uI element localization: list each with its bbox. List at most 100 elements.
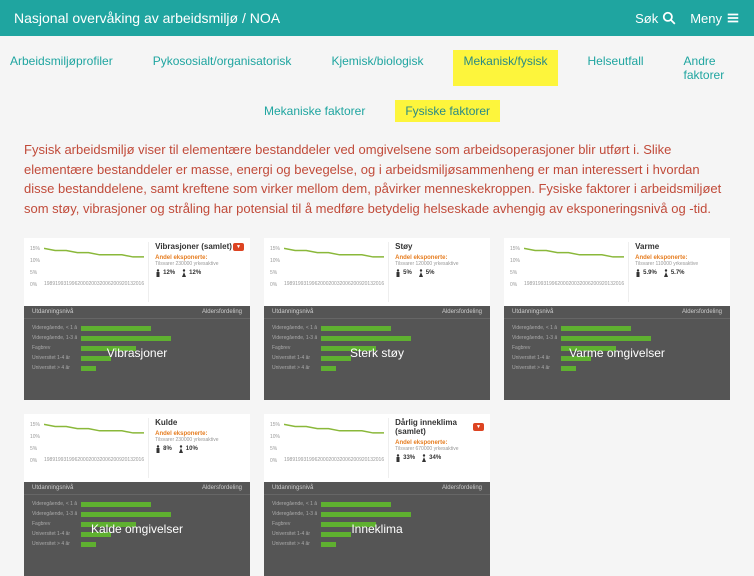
- search-button[interactable]: Søk: [635, 11, 676, 26]
- intro-text: Fysisk arbeidsmiljø viser til elementære…: [0, 140, 754, 238]
- nav-tab-chemical[interactable]: Kjemisk/biologisk: [321, 50, 433, 86]
- chart-title: Støy: [395, 242, 484, 251]
- card-chart-area: 15%10%5%0% 19891993199620002003200620092…: [504, 238, 730, 306]
- sub-chart-2-title: Aldersfordeling: [202, 309, 242, 315]
- female-stat: 10%: [178, 445, 198, 453]
- trend-chart: 15%10%5%0% 19891993199620002003200620092…: [270, 418, 389, 478]
- chart-info: Varme Andel eksponerte: Tilsvarer 110000…: [629, 242, 724, 302]
- chart-info: Dårlig inneklima (samlet)▼ Andel ekspone…: [389, 418, 484, 478]
- card-label: Varme omgivelser: [569, 346, 665, 360]
- bar-label: Universitet > 4 år: [32, 541, 77, 547]
- sub-chart-1-title: Utdanningsnivå: [32, 309, 202, 315]
- female-stat: 12%: [181, 269, 201, 277]
- nav-tab-other[interactable]: Andre faktorer: [674, 50, 754, 86]
- bar: [81, 326, 151, 331]
- exposed-subtitle: Tilsvarer 230000 yrkesaktive: [155, 437, 244, 443]
- bar-label: Universitet 1-4 år: [32, 531, 77, 537]
- person-male-icon: [395, 454, 401, 462]
- card-detail-area: UtdanningsnivåAldersfordeling Vibrasjone…: [24, 306, 250, 400]
- card-chart-area: 15%10%5%0% 19891993199620002003200620092…: [264, 238, 490, 306]
- bar: [561, 336, 651, 341]
- card-noise[interactable]: 15%10%5%0% 19891993199620002003200620092…: [264, 238, 490, 400]
- male-stat: 8%: [155, 445, 172, 453]
- card-label: Sterk støy: [350, 346, 404, 360]
- trend-line: [44, 242, 144, 274]
- bar-label: Fagbrev: [272, 521, 317, 527]
- sub-chart-1-title: Utdanningsnivå: [272, 309, 442, 315]
- person-female-icon: [663, 269, 669, 277]
- card-vibration[interactable]: 15%10%5%0% 19891993199620002003200620092…: [24, 238, 250, 400]
- sub-chart-2-title: Aldersfordeling: [682, 309, 722, 315]
- chart-title: Vibrasjoner (samlet)▼: [155, 242, 244, 251]
- person-male-icon: [395, 269, 401, 277]
- bar-label: Videregående, < 1 år: [272, 325, 317, 331]
- sub-chart-2-title: Aldersfordeling: [202, 485, 242, 491]
- chart-info: Vibrasjoner (samlet)▼ Andel eksponerte: …: [149, 242, 244, 302]
- person-male-icon: [155, 445, 161, 453]
- trend-chart: 15%10%5%0% 19891993199620002003200620092…: [30, 242, 149, 302]
- card-chart-area: 15%10%5%0% 19891993199620002003200620092…: [264, 414, 490, 482]
- bar: [321, 512, 411, 517]
- bar-label: Fagbrev: [32, 521, 77, 527]
- person-female-icon: [421, 454, 427, 462]
- card-label: Inneklima: [351, 522, 402, 536]
- nav-tab-mechanical[interactable]: Mekanisk/fysisk: [453, 50, 557, 86]
- female-stat: 5%: [418, 269, 435, 277]
- bar: [321, 366, 336, 371]
- female-stat: 5.7%: [663, 269, 685, 277]
- bar-label: Universitet > 4 år: [272, 541, 317, 547]
- search-icon: [662, 11, 676, 25]
- x-axis-ticks: 198919931996200020032006200920132016: [44, 457, 144, 463]
- exposed-subtitle: Tilsvarer 110000 yrkesaktive: [635, 261, 724, 267]
- chart-title: Dårlig inneklima (samlet)▼: [395, 418, 484, 436]
- person-female-icon: [181, 269, 187, 277]
- bar-label: Videregående, 1-3 år: [512, 335, 557, 341]
- bar: [81, 512, 171, 517]
- menu-button[interactable]: Meny: [690, 11, 740, 26]
- exposed-subtitle: Tilsvarer 670000 yrkesaktive: [395, 446, 484, 452]
- sub-tab-mechanical[interactable]: Mekaniske faktorer: [254, 100, 375, 122]
- card-detail-area: UtdanningsnivåAldersfordeling Inneklima …: [264, 482, 490, 576]
- bar-label: Videregående, < 1 år: [272, 501, 317, 507]
- app-header: Nasjonal overvåking av arbeidsmiljø / NO…: [0, 0, 754, 36]
- bar-label: Videregående, < 1 år: [32, 325, 77, 331]
- bar: [321, 336, 411, 341]
- sub-tab-physical[interactable]: Fysiske faktorer: [395, 100, 500, 122]
- bar-label: Videregående, < 1 år: [32, 501, 77, 507]
- male-stat: 5.9%: [635, 269, 657, 277]
- hamburger-icon: [726, 11, 740, 25]
- x-axis-ticks: 198919931996200020032006200920132016: [524, 281, 624, 287]
- bar-label: Videregående, 1-3 år: [32, 511, 77, 517]
- bar: [81, 502, 151, 507]
- nav-tab-profiles[interactable]: Arbeidsmiljøprofiler: [0, 50, 123, 86]
- bar: [321, 502, 391, 507]
- nav-tab-psychosocial[interactable]: Pykososialt/organisatorisk: [143, 50, 302, 86]
- bar-label: Universitet > 4 år: [512, 365, 557, 371]
- card-detail-area: UtdanningsnivåAldersfordeling Varme omgi…: [504, 306, 730, 400]
- person-male-icon: [635, 269, 641, 277]
- bar: [561, 366, 576, 371]
- trend-chart: 15%10%5%0% 19891993199620002003200620092…: [510, 242, 629, 302]
- change-badge: ▼: [473, 423, 484, 431]
- trend-chart: 15%10%5%0% 19891993199620002003200620092…: [30, 418, 149, 478]
- chart-info: Støy Andel eksponerte: Tilsvarer 120000 …: [389, 242, 484, 302]
- bar-label: Universitet 1-4 år: [512, 355, 557, 361]
- chart-title: Varme: [635, 242, 724, 251]
- bar: [81, 366, 96, 371]
- cards-row-2: 15%10%5%0% 19891993199620002003200620092…: [0, 400, 754, 576]
- nav-tab-health[interactable]: Helseutfall: [578, 50, 654, 86]
- bar-label: Videregående, 1-3 år: [272, 335, 317, 341]
- bar: [81, 542, 96, 547]
- trend-chart: 15%10%5%0% 19891993199620002003200620092…: [270, 242, 389, 302]
- header-title: Nasjonal overvåking av arbeidsmiljø / NO…: [14, 10, 280, 26]
- card-heat[interactable]: 15%10%5%0% 19891993199620002003200620092…: [504, 238, 730, 400]
- bar: [561, 326, 631, 331]
- card-label: Kalde omgivelser: [91, 522, 183, 536]
- bar-label: Fagbrev: [272, 345, 317, 351]
- main-navigation: Arbeidsmiljøprofiler Pykososialt/organis…: [0, 36, 754, 96]
- person-female-icon: [418, 269, 424, 277]
- bar-label: Universitet 1-4 år: [32, 355, 77, 361]
- male-stat: 12%: [155, 269, 175, 277]
- chart-title: Kulde: [155, 418, 244, 427]
- change-badge: ▼: [233, 243, 244, 251]
